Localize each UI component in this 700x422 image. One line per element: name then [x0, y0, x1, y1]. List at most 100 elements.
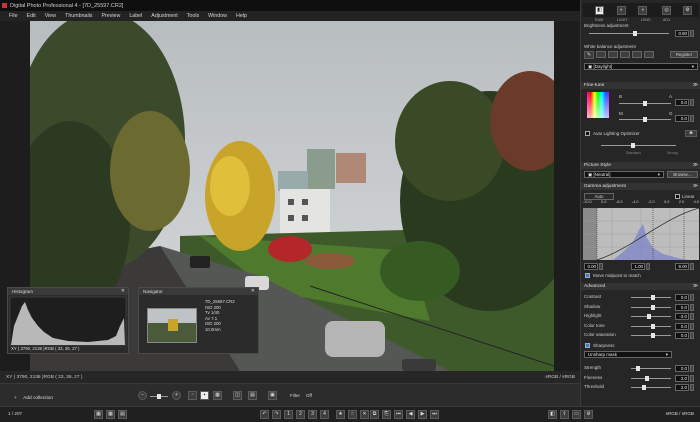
- alo-settings-icon[interactable]: ◈: [685, 130, 697, 137]
- highlight-knob[interactable]: [647, 314, 652, 319]
- rotate-right-icon[interactable]: ↷: [272, 410, 281, 419]
- strength-spinner[interactable]: [690, 365, 694, 372]
- wb-preset-4[interactable]: [632, 51, 642, 58]
- zoom-slider[interactable]: [150, 394, 168, 399]
- wb-preset-3[interactable]: [620, 51, 630, 58]
- gamma-mid-spinner[interactable]: [646, 263, 650, 270]
- menu-help[interactable]: Help: [236, 13, 247, 19]
- filter-value[interactable]: Off: [306, 393, 312, 398]
- menu-file[interactable]: File: [9, 13, 18, 19]
- grid-view-icon[interactable]: ▦: [213, 391, 222, 400]
- navigator-title-bar[interactable]: Navigator ✕: [139, 288, 258, 295]
- brightness-spinner[interactable]: [690, 30, 694, 37]
- compare-icon[interactable]: ◫: [233, 391, 242, 400]
- grid-compare-icon[interactable]: ▤: [248, 391, 257, 400]
- shadow-value[interactable]: 0.0: [675, 303, 689, 311]
- collapse-icon[interactable]: ≫: [693, 283, 698, 290]
- threshold-spinner[interactable]: [690, 384, 694, 391]
- advanced-header[interactable]: Advanced ≫: [581, 283, 700, 290]
- contrast-spinner[interactable]: [690, 294, 694, 301]
- color-saturation-value[interactable]: 0.0: [675, 332, 689, 339]
- eyedropper-icon[interactable]: ✎: [584, 51, 594, 59]
- gamma-linear-checkbox[interactable]: [675, 194, 680, 199]
- picstyle-header[interactable]: Picture Style ≫: [581, 162, 700, 169]
- rotate-left-icon[interactable]: ↶: [260, 410, 269, 419]
- wb-preset-2[interactable]: [608, 51, 618, 58]
- finetune-mg-slider[interactable]: [619, 117, 671, 122]
- contrast-value[interactable]: 0.0: [675, 294, 689, 301]
- gamma-right-spinner[interactable]: [690, 263, 694, 270]
- finetune-ba-slider[interactable]: [619, 101, 671, 106]
- subtab-raw[interactable]: RAW: [595, 18, 603, 22]
- finetune-header[interactable]: Fine-tune ≫: [581, 82, 700, 89]
- add-collection-button[interactable]: + Add collection: [14, 396, 53, 401]
- threshold-slider[interactable]: [631, 385, 671, 390]
- highlight-slider[interactable]: [631, 314, 671, 319]
- export-icon[interactable]: ⇪: [560, 410, 569, 419]
- highlight-spinner[interactable]: [690, 313, 694, 320]
- zoom-out-icon[interactable]: −: [138, 391, 147, 400]
- first-image-icon[interactable]: ⏮: [394, 410, 403, 419]
- sharpness-mode-select[interactable]: Unsharp mask ▾: [584, 351, 672, 358]
- thumb-list-icon[interactable]: ▤: [118, 410, 127, 419]
- paste-icon[interactable]: ⎘: [382, 410, 391, 419]
- finetune-ba-value[interactable]: 0.0: [675, 99, 689, 106]
- highlight-value[interactable]: -3.0: [675, 313, 689, 320]
- collapse-icon[interactable]: ≫: [693, 82, 698, 89]
- next-image-icon[interactable]: ▶: [418, 410, 427, 419]
- subtab-light[interactable]: LIGHT: [617, 18, 628, 22]
- gamma-left-spinner[interactable]: [599, 263, 603, 270]
- sharpness-checkbox[interactable]: [585, 343, 590, 348]
- color-saturation-knob[interactable]: [650, 333, 655, 338]
- collapse-icon[interactable]: ≫: [693, 162, 698, 169]
- rating-5-icon[interactable]: ★: [336, 410, 345, 419]
- contrast-knob[interactable]: [650, 295, 655, 300]
- rating-1-icon[interactable]: 1: [284, 410, 293, 419]
- gamma-mid-value[interactable]: 1.00: [631, 263, 645, 270]
- picstyle-select[interactable]: ▣ [Neutral] ▾: [584, 171, 664, 178]
- color-tone-spinner[interactable]: [690, 322, 694, 330]
- wb-register-button[interactable]: Register: [670, 51, 698, 58]
- last-image-icon[interactable]: ⏭: [430, 410, 439, 419]
- strength-slider[interactable]: [631, 366, 671, 371]
- gamma-right-value[interactable]: 9.00: [675, 263, 689, 270]
- histogram-title-bar[interactable]: Histogram ✕: [8, 288, 128, 295]
- shadow-spinner[interactable]: [690, 303, 694, 311]
- menu-thumbnails[interactable]: Thumbnails: [65, 13, 92, 19]
- gamma-auto-button[interactable]: Auto: [584, 193, 614, 200]
- finetune-ba-spinner[interactable]: [690, 99, 694, 106]
- color-saturation-slider[interactable]: [631, 333, 671, 338]
- picstyle-browse-button[interactable]: Browse...: [667, 171, 698, 178]
- navigator-window[interactable]: Navigator ✕ 7D_25597.CR2 ISO 200 Tv 1/40…: [138, 287, 259, 354]
- rating-2-icon[interactable]: 2: [296, 410, 305, 419]
- color-tone-value[interactable]: 0.0: [675, 322, 689, 330]
- close-icon[interactable]: ✕: [251, 288, 255, 295]
- color-wheel[interactable]: [587, 92, 609, 118]
- tab-settings-icon[interactable]: ⚙: [683, 6, 692, 15]
- menu-preview[interactable]: Preview: [101, 13, 120, 19]
- finetune-mg-value[interactable]: 0.0: [675, 115, 689, 122]
- alo-checkbox[interactable]: [585, 131, 590, 136]
- color-tone-slider[interactable]: [631, 323, 671, 329]
- fineness-slider[interactable]: [631, 375, 671, 381]
- rating-3-icon[interactable]: 3: [308, 410, 317, 419]
- subtab-lens[interactable]: LENS: [641, 18, 650, 22]
- color-saturation-spinner[interactable]: [690, 332, 694, 339]
- close-icon[interactable]: ✕: [121, 288, 125, 295]
- menu-edit[interactable]: Edit: [27, 13, 36, 19]
- print-icon[interactable]: ▭: [572, 410, 581, 419]
- brightness-knob[interactable]: [633, 31, 638, 36]
- shadow-slider[interactable]: [631, 304, 671, 310]
- alo-slider[interactable]: [601, 143, 676, 148]
- tab-color-icon[interactable]: ◑: [638, 6, 647, 15]
- threshold-value[interactable]: 2.0: [675, 384, 689, 391]
- menu-adjustment[interactable]: Adjustment: [151, 13, 178, 19]
- star-icon[interactable]: ☆: [348, 410, 357, 419]
- fineness-knob[interactable]: [645, 375, 650, 381]
- menu-view[interactable]: View: [45, 13, 56, 19]
- shadow-knob[interactable]: [650, 304, 655, 310]
- histogram-window[interactable]: Histogram ✕ XY ( 3790, 2136 )RGB ( 33, 3…: [7, 287, 129, 354]
- threshold-knob[interactable]: [641, 385, 646, 390]
- settings-icon[interactable]: ⚙: [584, 410, 593, 419]
- tool-palette-icon[interactable]: ◧: [548, 410, 557, 419]
